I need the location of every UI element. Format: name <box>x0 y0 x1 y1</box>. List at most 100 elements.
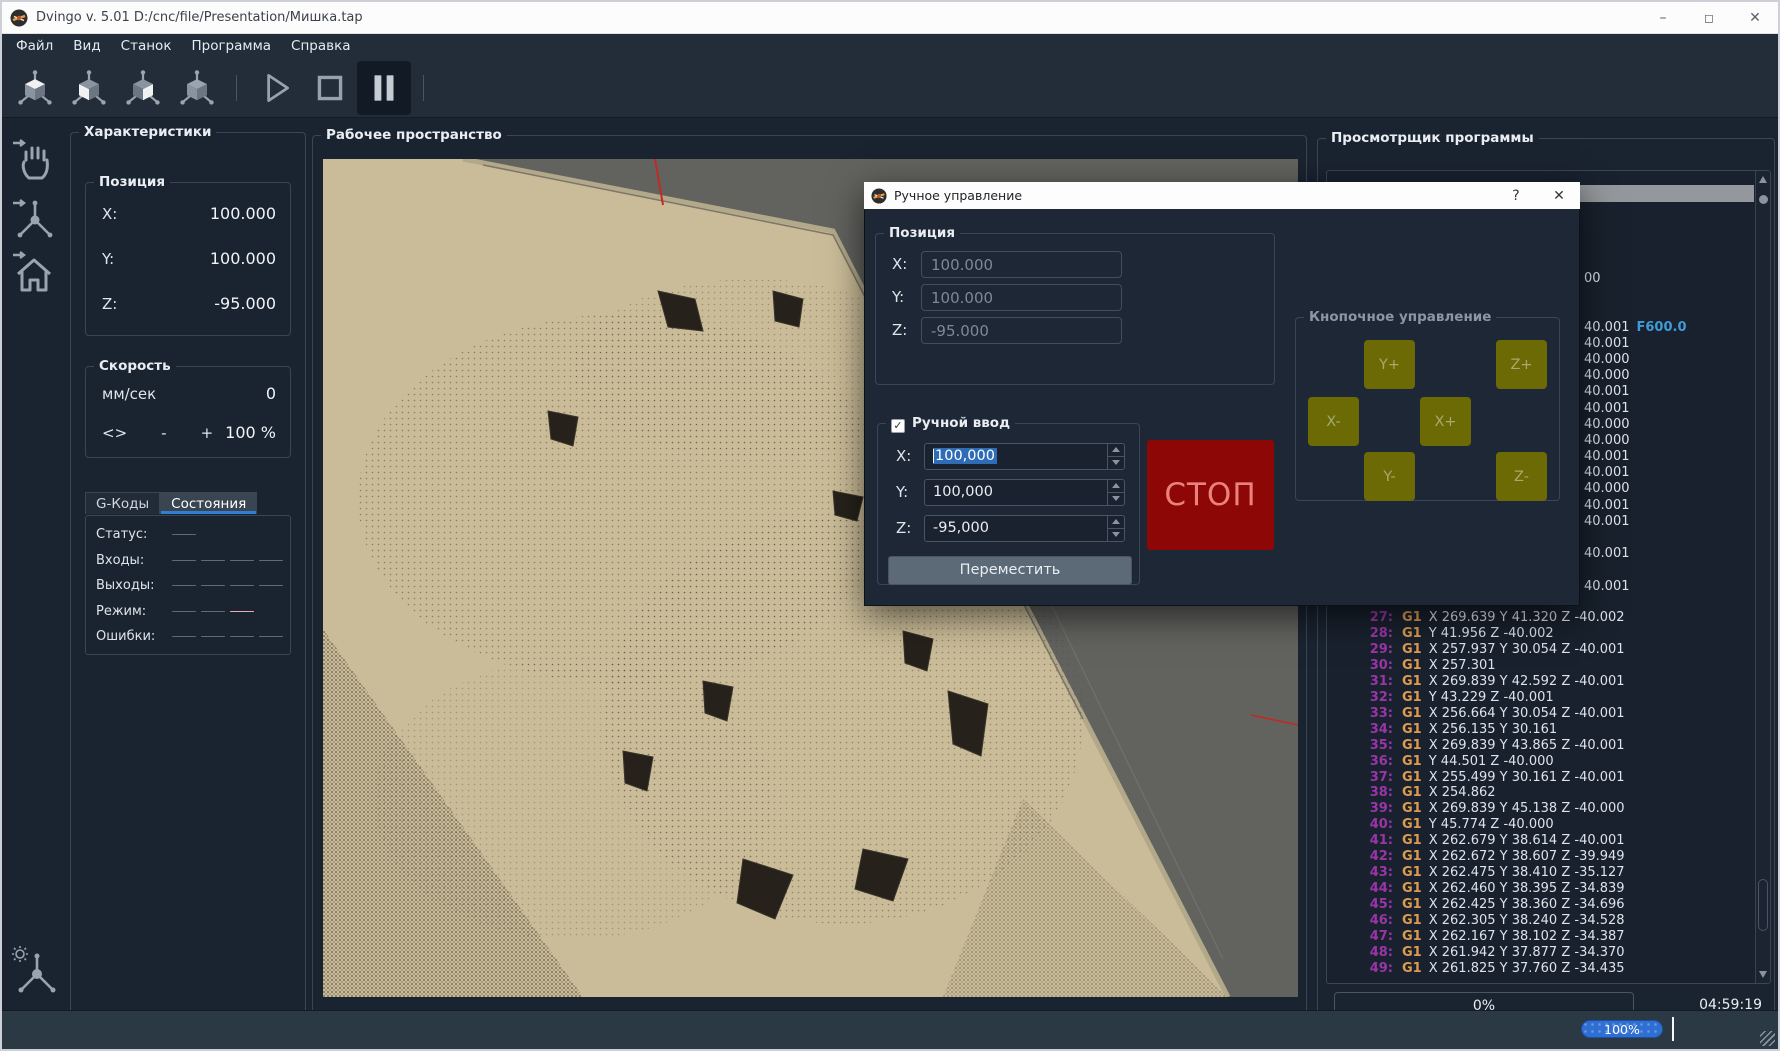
axes-settings-tool[interactable] <box>10 944 58 996</box>
y-value: 100.000 <box>210 249 276 268</box>
view-cube-iso-button[interactable] <box>170 61 224 115</box>
gcode-line[interactable]: 39: G1 X 269.839 Y 45.138 Z -40.000 <box>1327 801 1770 817</box>
view-cube-left-button[interactable] <box>62 61 116 115</box>
gcode-line[interactable]: 34: G1 X 256.135 Y 30.161 <box>1327 722 1770 738</box>
spin-arrows[interactable] <box>1107 516 1124 541</box>
view-cube-right-button[interactable] <box>116 61 170 115</box>
gcode-line[interactable]: 37: G1 X 255.499 Y 30.161 Z -40.001 <box>1327 770 1770 786</box>
spin-arrows[interactable] <box>1107 480 1124 505</box>
spin-down-icon[interactable] <box>1112 532 1120 537</box>
gcode-line[interactable]: 38: G1 X 254.862 <box>1327 785 1770 801</box>
speed-increase-button[interactable]: + <box>201 424 214 442</box>
input-badge <box>230 560 254 561</box>
tab-states[interactable]: Состояния <box>160 492 257 514</box>
resize-grip[interactable] <box>1760 1031 1775 1046</box>
gcode-line[interactable]: 42: G1 X 262.672 Y 38.607 Z -39.949 <box>1327 849 1770 865</box>
zoom-level-indicator[interactable]: 100% <box>1581 1020 1663 1038</box>
spin-up-icon[interactable] <box>1112 483 1120 488</box>
gcode-line[interactable]: 45: G1 X 262.425 Y 38.360 Z -34.696 <box>1327 897 1770 913</box>
gcode-line[interactable]: 29: G1 X 257.937 Y 30.054 Z -40.001 <box>1327 642 1770 658</box>
gcode-line[interactable]: 31: G1 X 269.839 Y 42.592 Z -40.001 <box>1327 674 1770 690</box>
move-button[interactable]: Переместить <box>888 556 1132 585</box>
error-badge <box>201 636 225 637</box>
minimize-button[interactable]: – <box>1640 2 1686 34</box>
gcode-line[interactable]: 30: G1 X 257.301 <box>1327 658 1770 674</box>
jog-z-plus-button[interactable]: Z+ <box>1496 340 1547 389</box>
axes-origin-tool[interactable] <box>10 192 58 244</box>
gcode-line[interactable]: 33: G1 X 256.664 Y 30.054 Z -40.001 <box>1327 706 1770 722</box>
pan-hand-tool[interactable] <box>10 136 58 188</box>
gcode-line[interactable]: 48: G1 X 261.942 Y 37.877 Z -34.370 <box>1327 945 1770 961</box>
side-toolbar <box>2 118 64 1010</box>
gcode-line[interactable]: 36: G1 Y 44.501 Z -40.000 <box>1327 754 1770 770</box>
spin-up-icon[interactable] <box>1112 447 1120 452</box>
jog-y-plus-button[interactable]: Y+ <box>1364 340 1415 389</box>
dialog-titlebar[interactable]: Ручное управление ? ✕ <box>864 182 1580 209</box>
gcode-line-number: 28: <box>1327 626 1393 642</box>
scroll-up-icon[interactable] <box>1759 176 1767 183</box>
manual-y-input[interactable]: 100,000 <box>924 479 1125 506</box>
gcode-scrollbar[interactable] <box>1755 171 1770 983</box>
view-cube-right-icon <box>123 68 163 108</box>
gcode-line[interactable]: 44: G1 X 262.460 Y 38.395 Z -34.839 <box>1327 881 1770 897</box>
menu-item[interactable]: Вид <box>63 36 110 56</box>
gcode-line[interactable]: 43: G1 X 262.475 Y 38.410 Z -35.127 <box>1327 865 1770 881</box>
toolbar-separator <box>236 75 237 101</box>
scroll-down-icon[interactable] <box>1759 971 1767 978</box>
gcode-line[interactable]: 35: G1 X 269.839 Y 43.865 Z -40.001 <box>1327 738 1770 754</box>
gcode-line[interactable]: 47: G1 X 262.167 Y 38.102 Z -34.387 <box>1327 929 1770 945</box>
gcode-line[interactable]: 27: G1 X 269.639 Y 41.320 Z -40.002 <box>1327 610 1770 626</box>
pause-button[interactable] <box>357 61 411 115</box>
maximize-button[interactable]: ◻ <box>1686 2 1732 34</box>
gcode-line[interactable]: 41: G1 X 262.679 Y 38.614 Z -40.001 <box>1327 833 1770 849</box>
spin-up-icon[interactable] <box>1112 519 1120 524</box>
gcode-line[interactable]: 46: G1 X 262.305 Y 38.240 Z -34.528 <box>1327 913 1770 929</box>
speed-rate-row: мм/сек 0 <box>102 384 276 403</box>
status-row: Статус: <box>96 524 290 545</box>
gcode-line-number: 45: <box>1327 897 1393 913</box>
gcode-line[interactable]: 28: G1 Y 41.956 Z -40.002 <box>1327 626 1770 642</box>
gcode-fragment: 40.001 <box>1584 514 1687 530</box>
spin-down-icon[interactable] <box>1112 496 1120 501</box>
manual-input-legend: ✓Ручной ввод <box>886 415 1015 433</box>
scrollbar-thumb[interactable] <box>1759 195 1768 204</box>
jog-x-plus-button[interactable]: X+ <box>1420 397 1471 446</box>
tab-gcodes[interactable]: G-Коды <box>85 492 160 514</box>
gcode-line[interactable]: 40: G1 Y 45.774 Z -40.000 <box>1327 817 1770 833</box>
manual-x-input[interactable]: 100,000 <box>924 443 1125 470</box>
gcode-command: G1 <box>1402 833 1422 849</box>
jog-y-minus-button[interactable]: Y- <box>1364 452 1415 501</box>
manual-input-group: ✓Ручной ввод X: 100,000 Y: 100,000 Z: -9… <box>877 415 1140 585</box>
manual-z-input[interactable]: -95,000 <box>924 515 1125 542</box>
stop-button[interactable] <box>303 61 357 115</box>
stop-icon <box>311 69 349 107</box>
gcode-line[interactable]: 32: G1 Y 43.229 Z -40.001 <box>1327 690 1770 706</box>
stop-emergency-button[interactable]: СТОП <box>1147 440 1274 550</box>
dialog-help-button[interactable]: ? <box>1496 182 1536 209</box>
gcode-fragment: 40.001 <box>1584 401 1687 417</box>
status-badge <box>172 534 196 535</box>
gcode-args: X 262.460 Y 38.395 Z -34.839 <box>1429 881 1625 897</box>
speed-range-icon[interactable]: <> <box>102 424 127 442</box>
jog-z-minus-button[interactable]: Z- <box>1496 452 1547 501</box>
speed-decrease-button[interactable]: - <box>161 424 166 442</box>
spin-down-icon[interactable] <box>1112 460 1120 465</box>
gcode-line[interactable]: 49: G1 X 261.825 Y 37.760 Z -34.435 <box>1327 961 1770 977</box>
manual-input-checkbox[interactable]: ✓ <box>891 419 905 433</box>
menu-item[interactable]: Программа <box>181 36 281 56</box>
gcode-line-number: 34: <box>1327 722 1393 738</box>
menu-item[interactable]: Станок <box>111 36 182 56</box>
close-button[interactable]: ✕ <box>1732 2 1778 34</box>
gcode-line-number: 29: <box>1327 642 1393 658</box>
jog-x-minus-button[interactable]: X- <box>1308 397 1359 446</box>
play-button[interactable] <box>249 61 303 115</box>
gcode-line-number: 39: <box>1327 801 1393 817</box>
error-badge <box>172 636 196 637</box>
menu-item[interactable]: Файл <box>6 36 63 56</box>
home-tool[interactable] <box>10 246 58 298</box>
dialog-close-button[interactable]: ✕ <box>1538 182 1580 209</box>
menu-item[interactable]: Справка <box>281 36 360 56</box>
spin-arrows[interactable] <box>1107 444 1124 469</box>
characteristics-panel: Характеристики Позиция X: 100.000 Y: 100… <box>70 124 306 1016</box>
view-cube-top-button[interactable] <box>8 61 62 115</box>
